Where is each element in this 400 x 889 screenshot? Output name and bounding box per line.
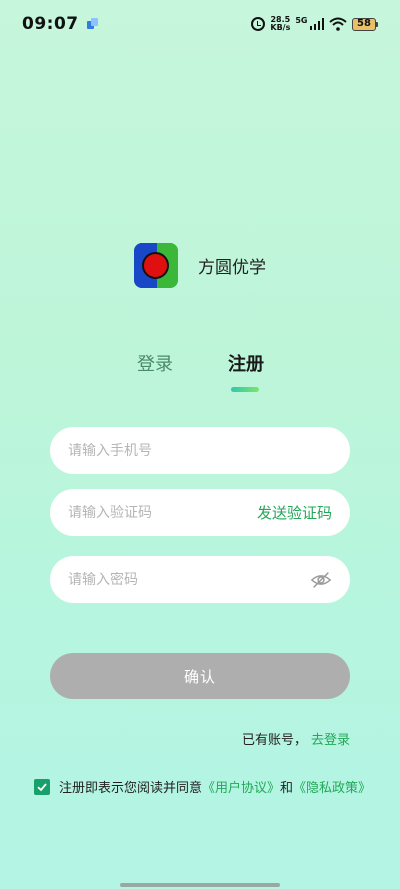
home-indicator[interactable] <box>120 883 280 887</box>
auth-tabs: 登录 注册 <box>0 350 400 392</box>
user-agreement-link[interactable]: 《用户协议》 <box>202 777 280 796</box>
eye-off-icon[interactable] <box>310 569 332 591</box>
status-time: 09:07 <box>22 14 79 34</box>
alarm-icon <box>251 17 266 31</box>
privacy-policy-link[interactable]: 《隐私政策》 <box>293 777 371 796</box>
status-bar: 09:07 28.5 KB/s 5G 58 <box>0 0 400 48</box>
check-icon <box>37 782 47 791</box>
verification-code-field[interactable]: 发送验证码 <box>50 489 350 536</box>
tab-register[interactable]: 注册 <box>228 350 264 376</box>
password-input[interactable] <box>68 571 302 588</box>
phone-input[interactable] <box>68 442 332 459</box>
network-speed: 28.5 KB/s <box>270 16 290 32</box>
signal-icon <box>309 18 324 30</box>
battery-level: 58 <box>352 17 376 31</box>
app-logo-icon <box>134 243 178 288</box>
wifi-icon <box>329 17 347 31</box>
agreement-prefix: 注册即表示您阅读并同意 <box>59 781 203 796</box>
existing-account-row: 已有账号， 去登录 <box>242 729 350 748</box>
battery-icon: 58 <box>352 17 378 31</box>
goto-login-link[interactable]: 去登录 <box>311 729 350 748</box>
agreement-checkbox[interactable] <box>34 778 50 795</box>
app-notification-icon <box>86 18 99 30</box>
status-indicators: 28.5 KB/s 5G 58 <box>251 16 378 32</box>
existing-account-prompt: 已有账号， <box>241 733 307 748</box>
verification-code-input[interactable] <box>68 504 249 521</box>
network-type: 5G <box>295 16 308 25</box>
active-tab-indicator <box>231 387 259 392</box>
tab-login[interactable]: 登录 <box>137 350 173 376</box>
confirm-button[interactable]: 确认 <box>50 653 350 699</box>
brand: 方圆优学 <box>134 243 266 288</box>
password-field[interactable] <box>50 556 350 603</box>
network-speed-unit: KB/s <box>270 23 291 32</box>
agreement-and: 和 <box>280 781 294 796</box>
agreement-row: 注册即表示您阅读并同意 《用户协议》 和 《隐私政策》 <box>34 777 371 796</box>
phone-field[interactable] <box>50 427 350 474</box>
send-code-button[interactable]: 发送验证码 <box>257 502 332 523</box>
app-name: 方圆优学 <box>198 258 266 278</box>
